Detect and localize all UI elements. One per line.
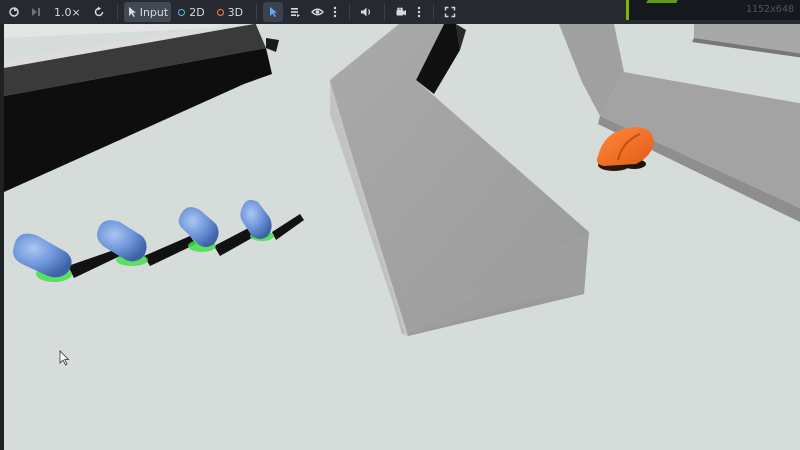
wall-center [330,24,589,336]
wall-left-dark [4,24,279,192]
game-toolbar: 1.0× Input 2D 3D 1152x648 [0,0,800,24]
reset-button[interactable] [89,2,109,22]
list-icon [289,6,301,18]
reset-icon [93,6,105,18]
toolbar-separator [256,4,258,20]
more-options-button[interactable] [329,2,341,22]
kebab-menu-icon [417,6,421,18]
list-button[interactable] [285,2,305,22]
preview-resolution: 1152x648 [745,4,794,15]
fullscreen-button[interactable] [440,2,460,22]
frame-step-button[interactable] [26,2,46,22]
game-window: 1.0× Input 2D 3D 1152x648 [0,0,800,450]
toolbar-separator [116,4,118,20]
input-label: Input [139,5,169,19]
remote-debug-icon [8,6,20,18]
mode-2d-icon [178,8,186,16]
toolbar-separator [433,4,435,20]
speed-label: 1.0× [54,5,81,19]
game-viewport[interactable] [0,24,800,450]
scene-render [4,24,800,366]
preview-streak [646,0,678,3]
toolbar-separator [384,4,386,20]
mode-3d-button[interactable]: 3D [212,2,248,22]
camera-button[interactable] [391,2,411,22]
mouse-cursor-icon [59,350,70,366]
target-orange [596,127,654,171]
visibility-button[interactable] [307,2,327,22]
mode-2d-label: 2D [189,5,205,19]
eye-icon [310,6,324,18]
input-icon [127,6,137,18]
toolbar-separator [349,4,351,20]
input-toggle-button[interactable]: Input [123,2,172,22]
fullscreen-icon [444,6,456,18]
wall-right [559,24,800,223]
select-cursor-icon [268,6,279,18]
kebab-menu-icon [333,6,337,18]
camera-icon [395,6,407,18]
remote-debug-button[interactable] [4,2,24,22]
mode-3d-label: 3D [227,5,244,19]
audio-button[interactable] [356,2,376,22]
speaker-icon [360,6,373,18]
game-preview-thumbnail[interactable]: 1152x648 [626,0,800,20]
camera-options-button[interactable] [413,2,425,22]
select-mode-button[interactable] [263,2,284,22]
frame-step-icon [30,6,42,18]
speed-button[interactable]: 1.0× [48,2,87,22]
mode-3d-icon [216,8,224,16]
mode-2d-button[interactable]: 2D [173,2,209,22]
